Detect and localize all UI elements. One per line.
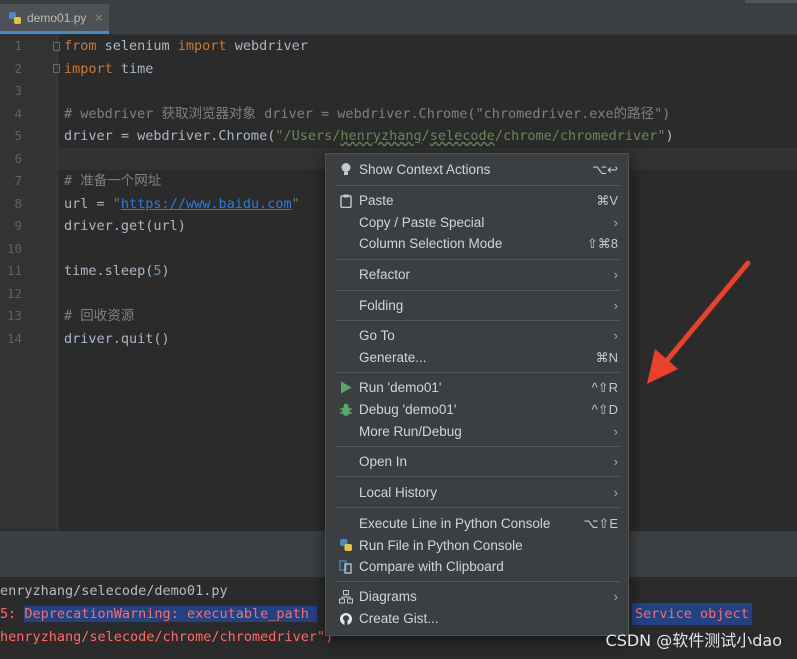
menu-separator — [335, 581, 620, 582]
code-line-4: # webdriver 获取浏览器对象 driver = webdriver.C… — [64, 105, 671, 122]
code-line-8: url = "https://www.baidu.com" — [64, 195, 300, 212]
bulb-icon — [338, 159, 354, 181]
code-line-7: # 准备一个网址 — [64, 173, 162, 189]
menu-item-diagrams[interactable]: Diagrams › — [326, 586, 628, 608]
tab-demo01[interactable]: demo01.py × — [0, 4, 109, 34]
console-warning-line: 5: DeprecationWarning: executable_path S… — [0, 603, 752, 625]
chevron-right-icon: › — [613, 298, 618, 313]
line-number: 8 — [14, 195, 22, 211]
chevron-right-icon: › — [613, 454, 618, 469]
menu-item-refactor[interactable]: Refactor › — [326, 264, 628, 286]
editor-tab-bar: demo01.py × — [0, 0, 797, 35]
chevron-right-icon: › — [613, 328, 618, 343]
menu-item-run-file-in-console[interactable]: Run File in Python Console — [326, 535, 628, 557]
menu-item-debug[interactable]: Debug 'demo01' ^⇧D — [326, 399, 628, 421]
close-icon[interactable]: × — [94, 11, 103, 24]
menu-separator — [335, 476, 620, 477]
line-number: 5 — [14, 128, 22, 143]
line-number-gutter: 1 2 3 4 5 6 7 8 9 10 11 12 13 14 — [0, 35, 60, 530]
chevron-right-icon: › — [613, 423, 618, 439]
code-line-2: import time — [64, 60, 154, 77]
line-number: 13 — [6, 308, 22, 323]
line-number: 10 — [6, 240, 22, 256]
diagram-icon — [338, 586, 354, 608]
menu-item-folding[interactable]: Folding › — [326, 295, 628, 317]
line-number: 12 — [6, 285, 22, 301]
code-line-9: driver.get(url) — [64, 218, 186, 234]
chevron-right-icon: › — [613, 485, 618, 500]
menu-item-run[interactable]: Run 'demo01' ^⇧R — [326, 377, 628, 399]
line-number: 7 — [14, 173, 22, 188]
menu-separator — [335, 507, 620, 508]
menu-item-paste[interactable]: Paste ⌘V — [326, 190, 628, 212]
menu-item-generate[interactable]: Generate... ⌘N — [326, 347, 628, 369]
compare-icon — [338, 556, 354, 578]
code-line-1: from selenium import webdriver — [64, 38, 308, 54]
code-line-5: driver = webdriver.Chrome("/Users/henryz… — [64, 128, 674, 144]
url-link[interactable]: https://www.baidu.com — [121, 196, 292, 212]
line-number: 11 — [6, 263, 22, 278]
code-line-11: time.sleep(5) — [64, 263, 170, 279]
chevron-right-icon: › — [613, 214, 618, 230]
code-line-14: driver.quit() — [64, 330, 170, 347]
line-number: 6 — [14, 150, 22, 166]
clipboard-icon — [338, 190, 354, 212]
toolbar-edge — [745, 0, 797, 3]
code-line-13: # 回收资源 — [64, 308, 135, 324]
menu-item-show-context-actions[interactable]: Show Context Actions ⌥↩ — [326, 159, 628, 181]
debug-icon — [338, 399, 354, 421]
line-number: 9 — [14, 218, 22, 233]
line-number: 14 — [6, 330, 22, 346]
menu-item-local-history[interactable]: Local History › — [326, 482, 628, 504]
watermark: CSDN @软件测试小dao — [605, 631, 782, 650]
menu-separator — [335, 185, 620, 186]
menu-item-copy-paste-special[interactable]: Copy / Paste Special › — [326, 212, 628, 234]
chevron-right-icon: › — [613, 589, 618, 604]
console-line: enryzhang/selecode/demo01.py — [0, 583, 228, 599]
github-icon — [338, 608, 354, 630]
menu-item-execute-line[interactable]: Execute Line in Python Console ⌥⇧E — [326, 513, 628, 535]
menu-separator — [335, 372, 620, 373]
menu-separator — [335, 290, 620, 291]
line-number: 3 — [14, 83, 22, 98]
tab-filename: demo01.py — [27, 10, 87, 25]
menu-item-compare-clipboard[interactable]: Compare with Clipboard — [326, 556, 628, 578]
menu-item-column-selection-mode[interactable]: Column Selection Mode ⇧⌘8 — [326, 233, 628, 255]
menu-item-open-in[interactable]: Open In › — [326, 451, 628, 473]
python-file-icon — [9, 11, 21, 24]
menu-item-create-gist[interactable]: Create Gist... — [326, 608, 628, 630]
menu-separator — [335, 259, 620, 260]
menu-separator — [335, 446, 620, 447]
console-line: henryzhang/selecode/chrome/chromedriver"… — [0, 629, 334, 645]
menu-separator — [335, 320, 620, 321]
line-number: 1 — [14, 38, 22, 53]
chevron-right-icon: › — [613, 267, 618, 282]
editor-context-menu: Show Context Actions ⌥↩ Paste ⌘V Copy / Pa… — [325, 153, 629, 636]
menu-item-more-run-debug[interactable]: More Run/Debug › — [326, 421, 628, 443]
line-number: 2 — [14, 60, 22, 76]
menu-item-go-to[interactable]: Go To › — [326, 325, 628, 347]
line-number: 4 — [14, 105, 22, 121]
python-icon — [338, 535, 354, 557]
run-icon — [338, 377, 354, 399]
